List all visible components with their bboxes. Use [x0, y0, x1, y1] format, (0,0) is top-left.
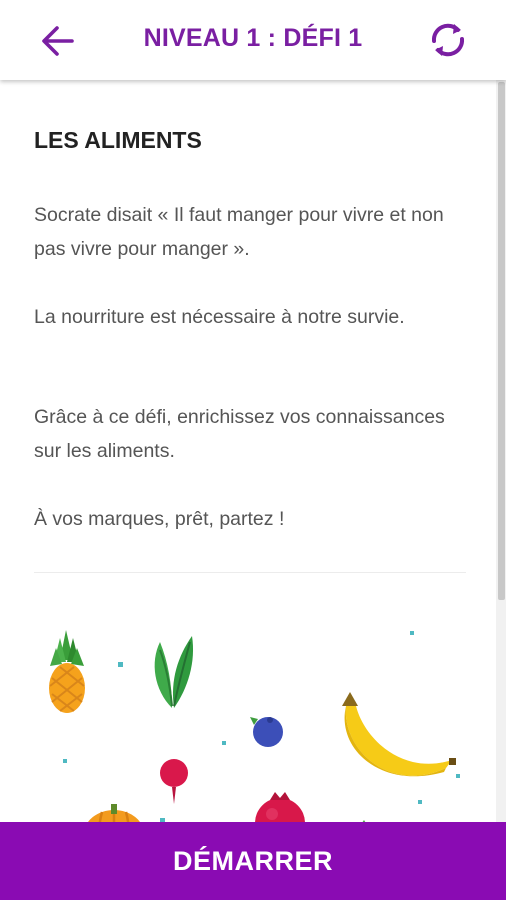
scrollbar-thumb[interactable] [498, 82, 505, 600]
refresh-icon [431, 23, 465, 57]
intro-paragraph-survival: La nourriture est nécessaire à notre sur… [34, 306, 405, 328]
refresh-button[interactable] [424, 16, 472, 64]
pineapple-icon [49, 630, 85, 713]
top-app-bar: NIVEAU 1 : DÉFI 1 [0, 0, 506, 80]
divider [34, 572, 466, 573]
blueberry-icon [250, 717, 283, 747]
section-heading: LES ALIMENTS [34, 127, 202, 153]
pomegranate-icon [255, 792, 305, 822]
start-button[interactable]: DÉMARRER [0, 822, 506, 900]
intro-paragraph-start: À vos marques, prêt, partez ! [34, 508, 285, 530]
food-illustration [49, 630, 460, 822]
scroll-content[interactable]: LES ALIMENTS Socrate disait « Il faut ma… [0, 80, 496, 822]
intro-paragraph-knowledge: Grâce à ce défi, enrichissez vos connais… [34, 406, 445, 462]
banana-icon [342, 692, 456, 777]
pumpkin-icon [88, 804, 140, 822]
intro-paragraph-quote: Socrate disait « Il faut manger pour viv… [34, 204, 444, 260]
radish-icon [154, 636, 194, 804]
